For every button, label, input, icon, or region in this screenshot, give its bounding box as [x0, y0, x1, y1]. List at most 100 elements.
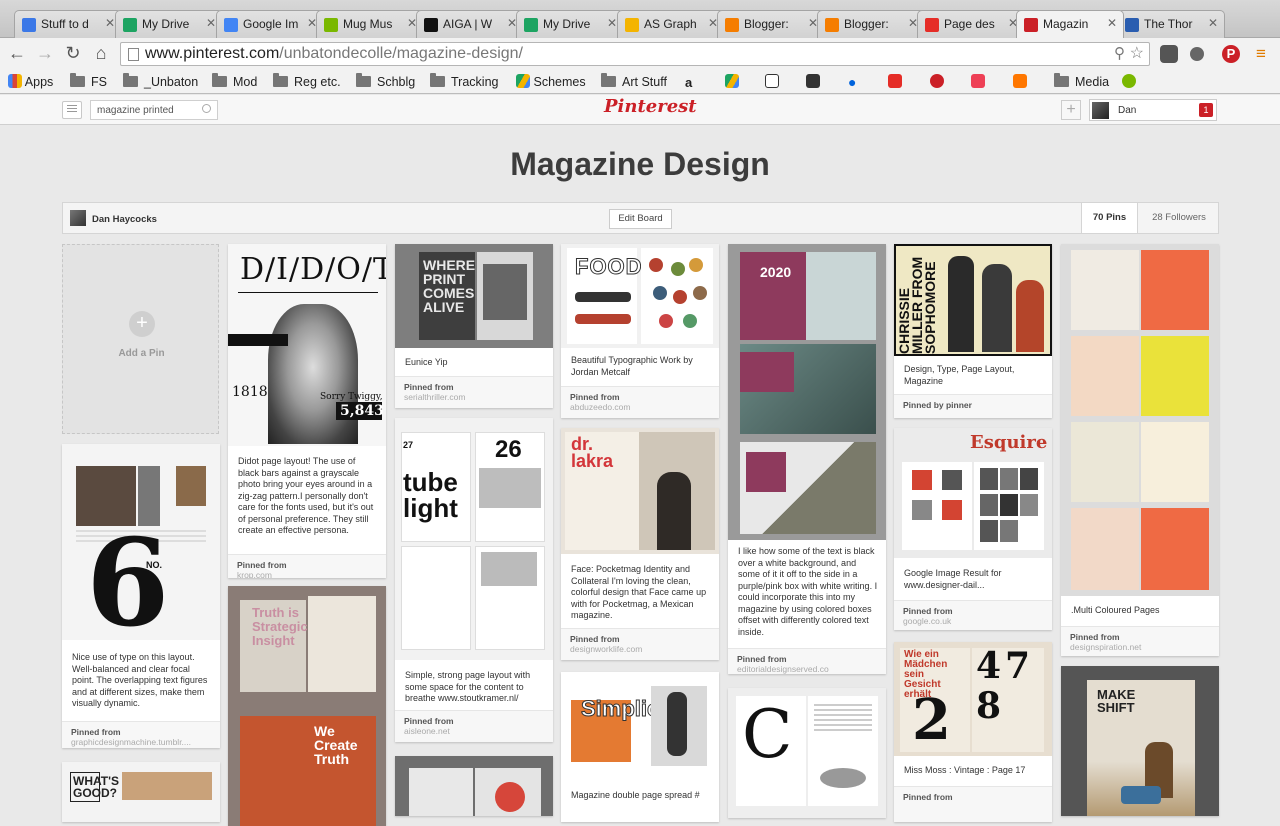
pin-card[interactable]: 27 tube light 26 Simple, strong page lay…: [395, 418, 553, 742]
bookmark-youtube[interactable]: [888, 73, 902, 91]
amazon-icon[interactable]: a: [685, 74, 692, 92]
add-pin-tile[interactable]: + Add a Pin: [62, 244, 219, 434]
bookmark-spotify[interactable]: [1122, 73, 1136, 91]
pin-source-link[interactable]: editorialdesignserved.co: [737, 664, 877, 674]
bookmark-folder[interactable]: Schblg: [356, 73, 415, 91]
pin-card[interactable]: 2020 I like how some of the text is blac…: [728, 244, 886, 674]
pin-source-link[interactable]: designworklife.com: [570, 644, 710, 654]
tab-favicon-icon: [123, 18, 137, 32]
pin-source-link[interactable]: krop.com: [237, 570, 377, 578]
bookmark-folder[interactable]: Art Stuff: [601, 73, 667, 91]
bookmark-shop[interactable]: [806, 73, 820, 91]
browser-tab[interactable]: My Drive ✕: [516, 10, 624, 38]
home-icon[interactable]: ⌂: [90, 43, 112, 64]
apps-grid-icon: [8, 74, 22, 88]
add-button[interactable]: +: [1061, 100, 1081, 120]
pin-card[interactable]: MAKE SHIFT: [1061, 666, 1219, 816]
notification-badge[interactable]: 1: [1199, 103, 1213, 117]
pinterest-extension-icon[interactable]: P: [1222, 45, 1240, 63]
tab-close-icon[interactable]: ✕: [206, 16, 216, 30]
pin-card[interactable]: CHRISSIE MILLER FROM SOPHOMORE Design, T…: [894, 244, 1052, 418]
lf-icon: [765, 74, 779, 88]
pin-card[interactable]: Wie ein Mädchen sein Gesicht erhält 2 47…: [894, 642, 1052, 822]
address-bar[interactable]: www.pinterest.com/unbatondecolle/magazin…: [120, 42, 1150, 66]
bookmark-pinterest[interactable]: [930, 73, 944, 91]
bookmark-folder[interactable]: Tracking: [430, 73, 498, 91]
browser-tab[interactable]: AS Graph ✕: [617, 10, 725, 38]
edit-board-button[interactable]: Edit Board: [609, 209, 672, 229]
pin-card[interactable]: C: [728, 688, 886, 818]
pin-image: FOOD: [561, 244, 719, 348]
user-menu[interactable]: Dan 1: [1089, 99, 1217, 121]
browser-tab[interactable]: Page des ✕: [917, 10, 1025, 38]
pin-source-link[interactable]: designspiration.net: [1070, 642, 1210, 652]
pin-footer: Pinned from krop.com: [228, 554, 386, 578]
pin-card[interactable]: WHAT'S GOOD?: [62, 762, 220, 822]
browser-tab[interactable]: Stuff to d ✕: [14, 10, 122, 38]
pin-source-link[interactable]: aisleone.net: [404, 726, 544, 736]
drive-icon: [725, 74, 739, 88]
browser-tab-active[interactable]: Magazin ✕: [1016, 10, 1124, 38]
tab-close-icon[interactable]: ✕: [1208, 16, 1218, 30]
pin-card[interactable]: Esquire Google Image Result for www.desi…: [894, 428, 1052, 630]
bookmark-folder[interactable]: Media: [1054, 73, 1109, 91]
bookmark-drive[interactable]: Schemes: [516, 73, 586, 91]
search-icon[interactable]: [202, 104, 211, 113]
extension-icon[interactable]: [1190, 47, 1204, 61]
numeral-graphic: 47 8: [976, 645, 1035, 727]
pin-source-link[interactable]: google.co.uk: [903, 616, 1043, 626]
bookmark-soundcloud[interactable]: [1013, 73, 1027, 91]
search-icon[interactable]: ⚲: [1114, 44, 1125, 62]
browser-tab[interactable]: Mug Mus ✕: [316, 10, 424, 38]
pin-card[interactable]: Truth is Strategic Insight We Create Tru…: [228, 586, 386, 826]
pin-source-link[interactable]: serialthriller.com: [404, 392, 544, 402]
board-owner[interactable]: Dan Haycocks: [92, 214, 157, 225]
browser-tab[interactable]: The Thor ✕: [1117, 10, 1225, 38]
back-icon[interactable]: ←: [6, 43, 28, 64]
tab-close-icon[interactable]: ✕: [607, 16, 617, 30]
bookmark-folder[interactable]: _Unbaton: [123, 73, 198, 91]
tab-favicon-icon: [424, 18, 438, 32]
pin-card[interactable]: dr. lakra Face: Pocketmag Identity and C…: [561, 428, 719, 660]
browser-tab[interactable]: Blogger: ✕: [717, 10, 825, 38]
bookmark-apps[interactable]: Apps: [8, 73, 53, 91]
bookmark-folder[interactable]: Mod: [212, 73, 257, 91]
tab-close-icon[interactable]: ✕: [105, 16, 115, 30]
followers-tab[interactable]: 28 Followers: [1140, 203, 1218, 233]
browser-tab[interactable]: Google Im ✕: [216, 10, 324, 38]
pin-card[interactable]: WHERE PRINT COMES ALIVE Eunice Yip Pinne…: [395, 244, 553, 408]
pinterest-logo[interactable]: Pinterest: [604, 96, 697, 117]
pin-source-link[interactable]: abduzeedo.com: [570, 402, 710, 412]
flickr-icon[interactable]: ●: [848, 73, 856, 91]
menu-icon[interactable]: ≡: [1256, 44, 1266, 64]
bookmark-star-icon[interactable]: ☆: [1130, 43, 1144, 63]
page-icon: [128, 48, 139, 61]
bookmark-lf[interactable]: [765, 73, 779, 91]
spotify-icon: [1122, 74, 1136, 88]
pocket-icon[interactable]: [1160, 45, 1178, 63]
browser-tab[interactable]: AIGA | W ✕: [416, 10, 524, 38]
pin-card[interactable]: .Multi Coloured Pages Pinned from designs…: [1061, 244, 1219, 656]
pin-card[interactable]: 6 NO. Nice use of type on this layout. W…: [62, 444, 220, 748]
bookmark-folder[interactable]: Reg etc.: [273, 73, 341, 91]
folder-icon: [70, 73, 85, 87]
pin-card[interactable]: [395, 756, 553, 816]
owner-avatar[interactable]: [70, 210, 86, 226]
pin-card[interactable]: D/I/D/O/T 1818 Sorry Twiggy, 5,843 Didot…: [228, 244, 386, 578]
browser-tab[interactable]: Blogger: ✕: [817, 10, 925, 38]
menu-button[interactable]: [62, 101, 82, 119]
browser-tab[interactable]: My Drive ✕: [115, 10, 223, 38]
search-input[interactable]: magazine printed: [90, 100, 218, 120]
bookmark-folder[interactable]: FS: [70, 73, 107, 91]
pin-source-link[interactable]: graphicdesignmachine.tumblr....: [71, 737, 211, 747]
pin-card[interactable]: FOOD Beautiful Typographic Work by Jorda…: [561, 244, 719, 418]
pin-footer: Pinned from aisleone.net: [395, 710, 553, 742]
pins-count-tab[interactable]: 70 Pins: [1081, 203, 1138, 233]
tab-close-icon[interactable]: ✕: [1107, 16, 1117, 30]
bookmark-drive[interactable]: [725, 73, 739, 91]
reload-icon[interactable]: ↻: [62, 43, 84, 64]
drive-icon: [516, 74, 530, 88]
pin-image: Truth is Strategic Insight We Create Tru…: [228, 586, 386, 826]
forward-icon[interactable]: →: [34, 43, 56, 64]
bookmark-pocket[interactable]: [971, 73, 985, 91]
